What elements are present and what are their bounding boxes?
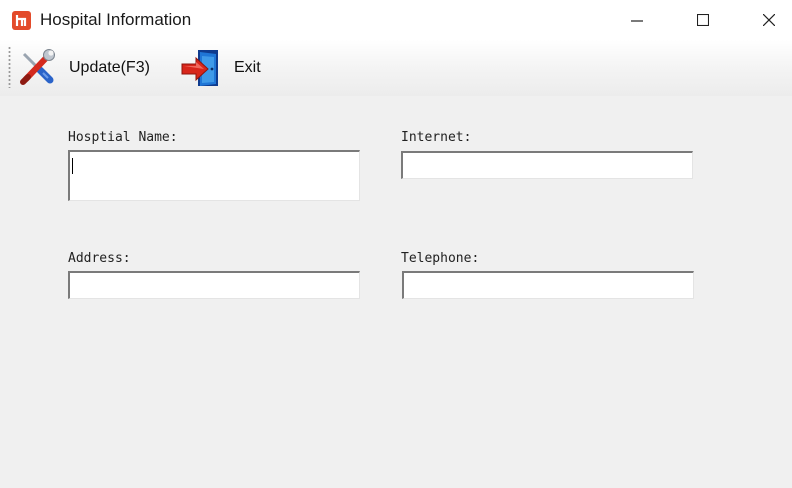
app-icon — [12, 11, 31, 30]
exit-button[interactable]: Exit — [178, 44, 270, 92]
wrench-screwdriver-icon — [20, 49, 55, 85]
hospital-name-label: Hosptial Name: — [68, 130, 178, 145]
telephone-field[interactable] — [402, 271, 694, 299]
hospital-name-field[interactable] — [68, 150, 360, 201]
internet-field[interactable] — [401, 151, 693, 179]
toolbar-grip[interactable] — [8, 46, 11, 88]
toolbar: Update(F3) Exit — [0, 40, 792, 96]
close-icon — [763, 14, 775, 26]
exit-button-label: Exit — [234, 59, 261, 76]
update-button-label: Update(F3) — [69, 59, 150, 76]
update-button[interactable]: Update(F3) — [14, 44, 172, 92]
maximize-button[interactable] — [680, 0, 726, 40]
minimize-button[interactable] — [614, 0, 660, 40]
maximize-icon — [697, 14, 709, 26]
address-field[interactable] — [68, 271, 360, 299]
minimize-icon — [631, 20, 643, 22]
address-label: Address: — [68, 251, 131, 266]
title-bar[interactable]: Hospital Information — [0, 0, 792, 40]
window-title: Hospital Information — [40, 10, 192, 29]
telephone-label: Telephone: — [401, 251, 480, 266]
hospital-information-window: Hospital Information Update(F3) Exit Hos… — [0, 0, 792, 488]
exit-door-icon — [181, 50, 218, 86]
text-caret — [72, 158, 73, 174]
close-button[interactable] — [746, 0, 792, 40]
internet-label: Internet: — [401, 130, 472, 145]
